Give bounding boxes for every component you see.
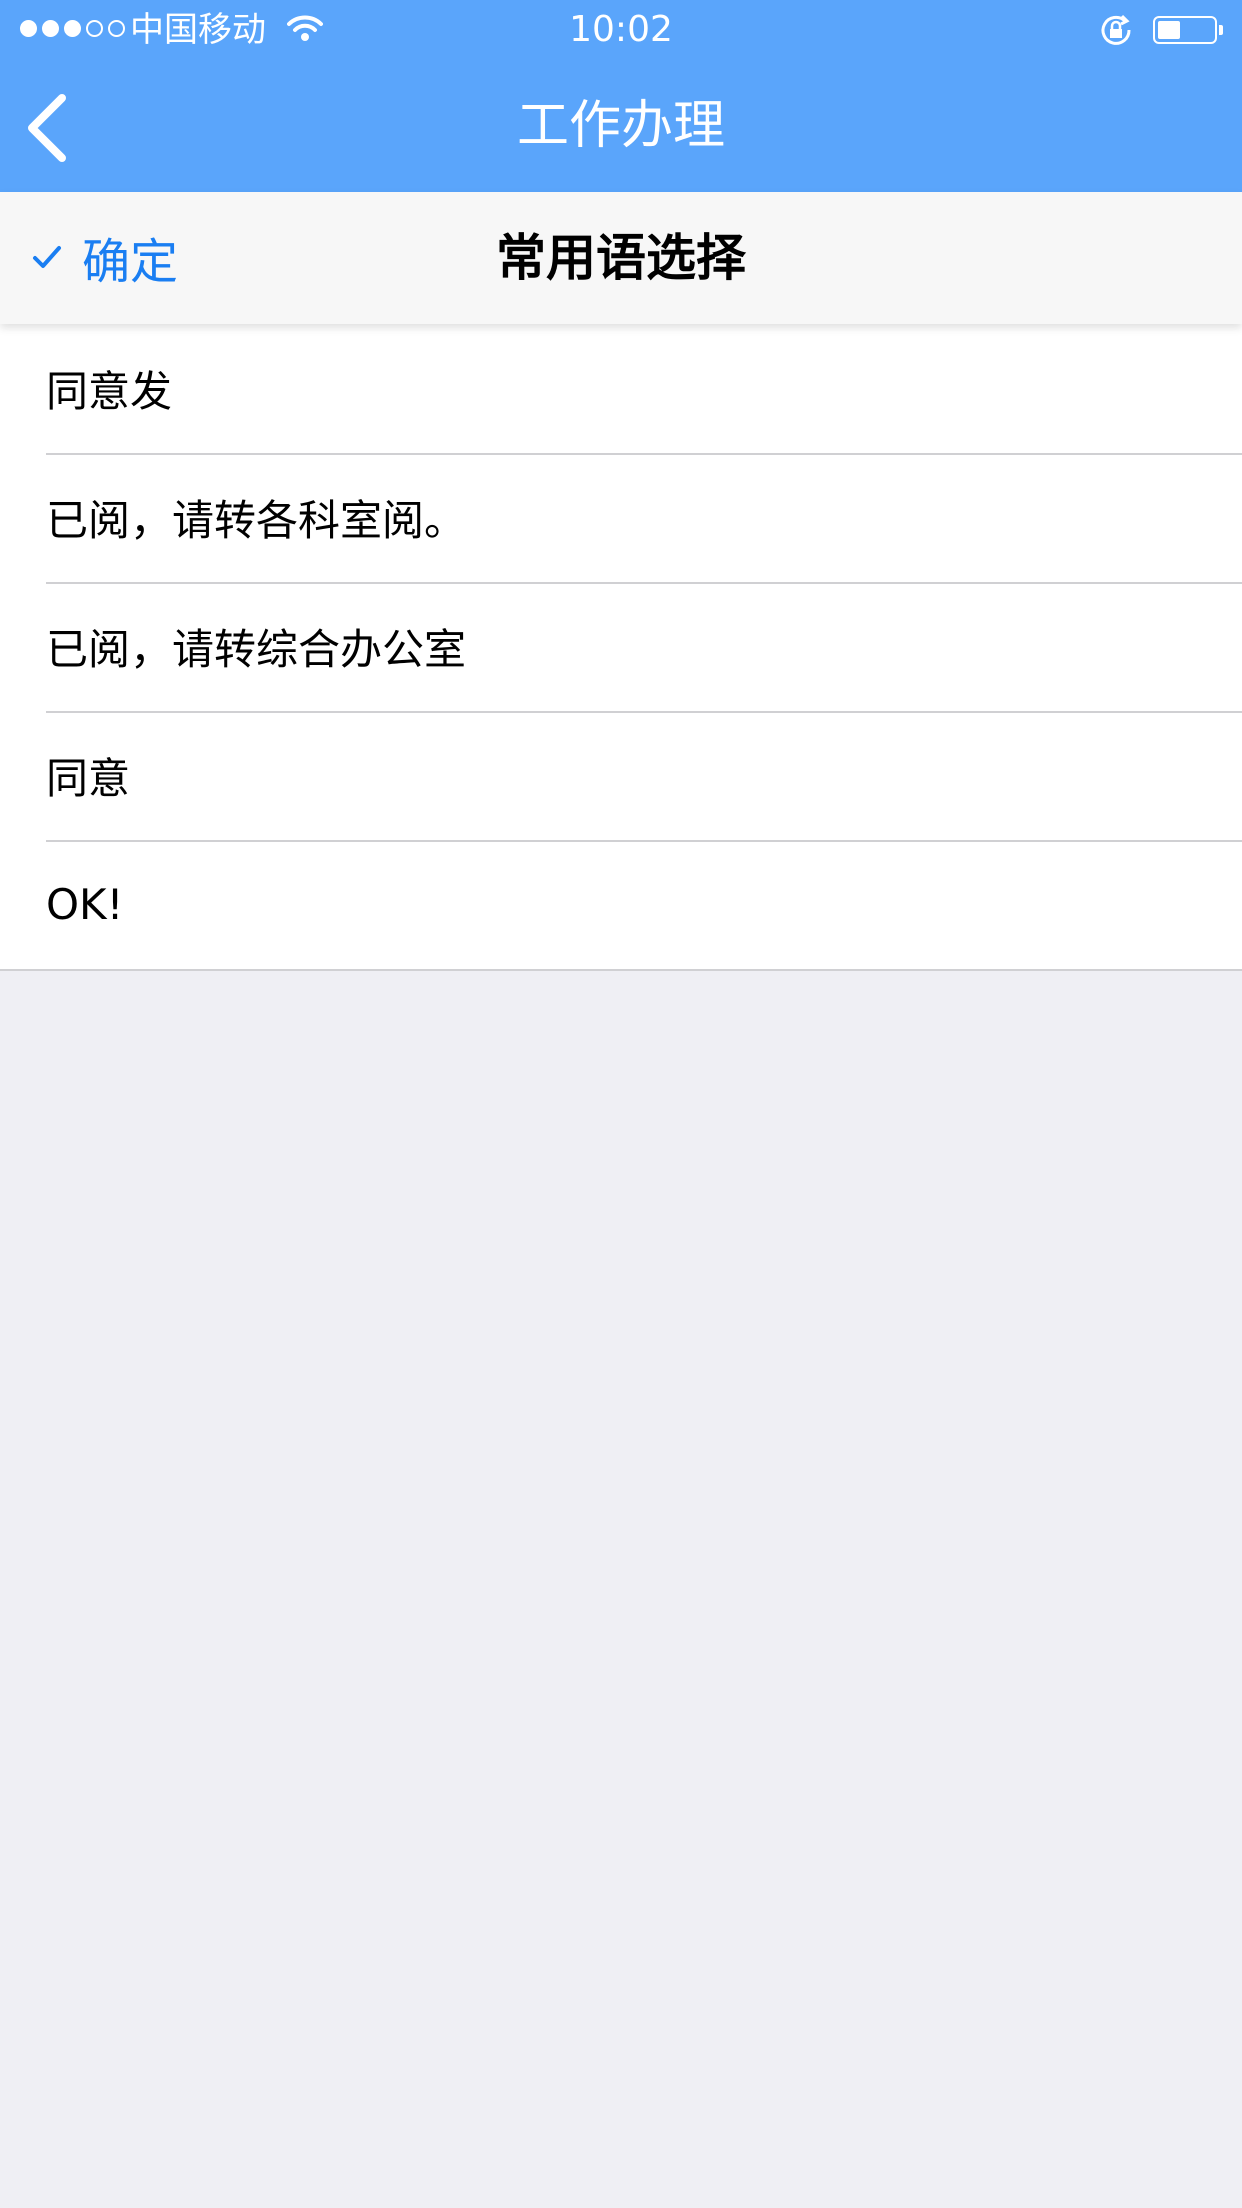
status-time: 10:02 (569, 9, 673, 50)
rotation-lock-icon (1098, 13, 1134, 51)
battery-icon (1153, 16, 1217, 44)
phrase-list: 同意发 已阅，请转各科室阅。 已阅，请转综合办公室 同意 OK! (0, 324, 1242, 971)
app-header: 中国移动 10:02 工作办理 (0, 0, 1242, 192)
phrase-item[interactable]: 已阅，请转各科室阅。 (0, 453, 1242, 582)
phrase-item[interactable]: 已阅，请转综合办公室 (0, 582, 1242, 711)
phrase-item[interactable]: 同意发 (0, 324, 1242, 453)
nav-title: 工作办理 (516, 96, 725, 156)
battery-level-fill (1158, 21, 1180, 39)
phrase-item[interactable]: 同意 (0, 711, 1242, 840)
picker-title: 常用语选择 (496, 229, 746, 287)
phrase-item[interactable]: OK! (0, 840, 1242, 969)
phrase-picker-bar: 确定 常用语选择 (0, 192, 1242, 324)
status-bar: 中国移动 10:02 (0, 0, 1242, 60)
battery-tip (1219, 25, 1223, 35)
